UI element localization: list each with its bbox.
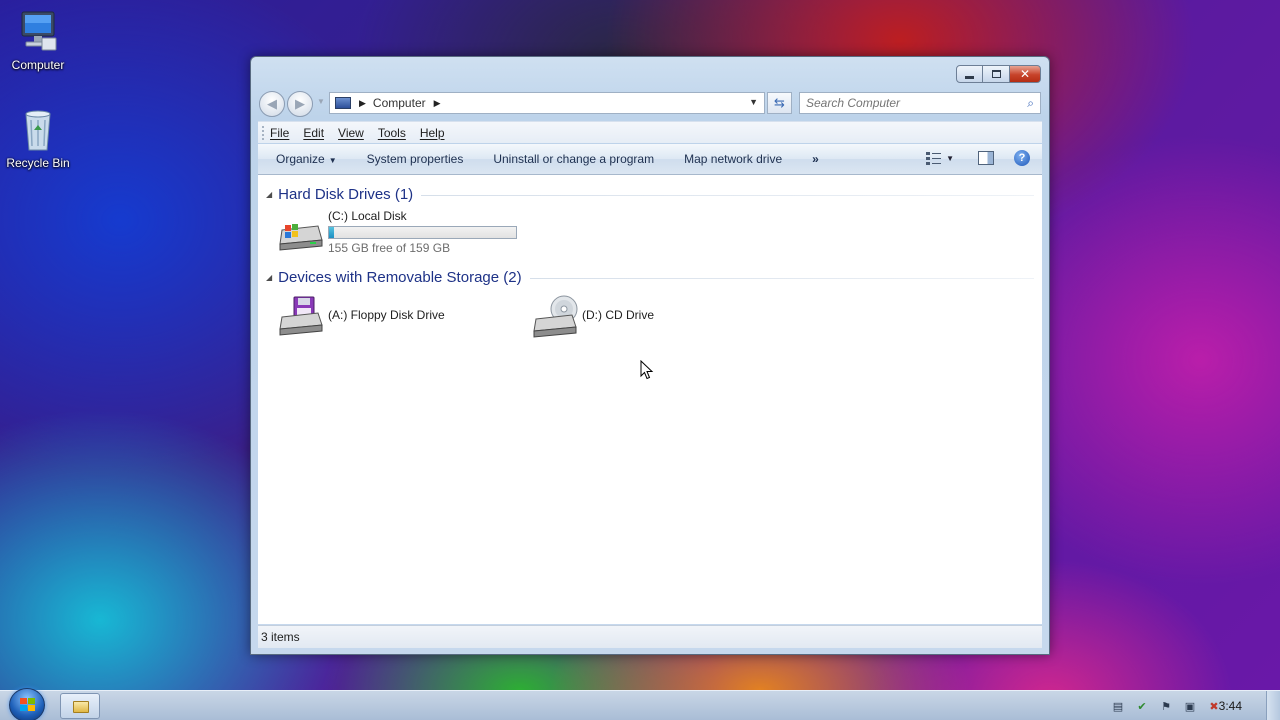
search-input[interactable]: [806, 96, 1016, 110]
maximize-button[interactable]: [983, 65, 1010, 83]
command-bar: Organize ▼ System properties Uninstall or…: [258, 144, 1042, 175]
taskbar-clock[interactable]: 3:44: [1219, 699, 1242, 713]
collapse-triangle-icon[interactable]: ◢: [266, 273, 272, 282]
menu-help[interactable]: Help: [420, 126, 445, 140]
status-bar: 3 items: [258, 625, 1042, 648]
views-icon[interactable]: [926, 151, 942, 165]
refresh-icon: ⇆: [774, 95, 785, 110]
desktop-icon-label: Computer: [11, 58, 65, 72]
status-item-count: 3 items: [261, 630, 300, 644]
system-properties-button[interactable]: System properties: [367, 152, 464, 166]
refresh-button[interactable]: ⇆: [767, 92, 792, 114]
security-icon[interactable]: ✔: [1134, 698, 1150, 714]
address-bar[interactable]: ▶ Computer ▶ ▼: [329, 92, 765, 114]
organize-button[interactable]: Organize ▼: [276, 152, 337, 166]
disk-usage-bar: [328, 226, 517, 239]
help-icon[interactable]: ?: [1014, 150, 1030, 166]
preview-pane-icon[interactable]: [978, 151, 994, 165]
back-button[interactable]: ◀: [259, 91, 285, 117]
computer-icon: [335, 97, 351, 109]
start-button[interactable]: [9, 688, 45, 720]
search-box[interactable]: ⌕: [799, 92, 1041, 114]
close-icon: ✕: [1019, 67, 1031, 81]
disk-usage-fill: [329, 227, 334, 238]
drive-item-d[interactable]: (D:) CD Drive: [530, 295, 654, 338]
caption-buttons: ✕: [956, 65, 1041, 83]
file-list: ◢ Hard Disk Drives (1) (C:) Local Disk 1…: [258, 175, 1042, 624]
menu-tools[interactable]: Tools: [378, 126, 406, 140]
minimize-button[interactable]: [956, 65, 983, 83]
recent-pages-dropdown[interactable]: ▼: [317, 97, 325, 106]
windows-logo-icon: [20, 698, 36, 712]
drive-item-a[interactable]: (A:) Floppy Disk Drive: [276, 295, 445, 336]
group-divider: [529, 277, 1034, 279]
network-icon[interactable]: ▣: [1182, 698, 1198, 714]
drive-name: (C:) Local Disk: [328, 209, 407, 223]
menu-edit[interactable]: Edit: [303, 126, 324, 140]
menu-bar: File Edit View Tools Help: [258, 121, 1042, 143]
more-commands-button[interactable]: »: [812, 152, 819, 166]
views-dropdown-icon[interactable]: ▼: [946, 154, 954, 163]
maximize-icon: [991, 70, 1001, 78]
group-header-removable-storage[interactable]: ◢ Devices with Removable Storage (2): [258, 267, 1034, 287]
menu-file[interactable]: File: [270, 126, 289, 140]
address-bar-row: ◀ ▶ ▼ ▶ Computer ▶ ▼ ⇆ ⌕: [259, 91, 1041, 117]
floppy-drive-icon: [276, 295, 324, 336]
group-header-hard-disk-drives[interactable]: ◢ Hard Disk Drives (1): [258, 184, 1034, 204]
breadcrumb-chevron-icon[interactable]: ▶: [359, 98, 366, 109]
back-arrow-icon: ◀: [267, 96, 277, 111]
group-title: Devices with Removable Storage (2): [278, 268, 522, 286]
drive-name: (A:) Floppy Disk Drive: [328, 308, 445, 322]
hard-disk-icon: [276, 212, 324, 252]
flag-icon[interactable]: ⚑: [1158, 698, 1174, 714]
forward-arrow-icon: ▶: [295, 96, 305, 111]
group-divider: [421, 194, 1034, 196]
address-dropdown-icon[interactable]: ▼: [749, 97, 758, 107]
menu-view[interactable]: View: [338, 126, 364, 140]
organize-label: Organize: [276, 152, 325, 166]
cd-drive-icon: [530, 295, 578, 338]
drive-name: (D:) CD Drive: [582, 308, 654, 322]
drive-item-c[interactable]: (C:) Local Disk 155 GB free of 159 GB: [276, 209, 517, 255]
system-tray: ▤ ✔ ⚑ ▣ ✖: [1102, 698, 1222, 714]
chevron-down-icon: ▼: [328, 156, 337, 165]
desktop-icon-recycle-bin[interactable]: Recycle Bin: [0, 106, 76, 170]
folder-icon: [73, 701, 89, 713]
forward-button[interactable]: ▶: [287, 91, 313, 117]
map-network-drive-button[interactable]: Map network drive: [684, 152, 782, 166]
taskbar: ▤ ✔ ⚑ ▣ ✖ 3:44: [0, 688, 1280, 720]
drive-info: (C:) Local Disk 155 GB free of 159 GB: [328, 209, 517, 255]
taskbar-explorer-button[interactable]: [60, 693, 100, 719]
show-desktop-button[interactable]: [1266, 691, 1280, 720]
explorer-window: ✕ ◀ ▶ ▼ ▶ Computer ▶ ▼ ⇆ ⌕ File Edit Vie…: [250, 56, 1050, 655]
minimize-icon: [965, 75, 974, 79]
collapse-triangle-icon[interactable]: ◢: [266, 190, 272, 199]
close-button[interactable]: ✕: [1010, 65, 1041, 83]
search-icon[interactable]: ⌕: [1027, 96, 1034, 111]
command-bar-right: ▼ ?: [926, 150, 1030, 166]
breadcrumb-chevron-icon[interactable]: ▶: [434, 98, 441, 109]
drive-free-space: 155 GB free of 159 GB: [328, 241, 451, 255]
desktop-icon-label: Recycle Bin: [6, 156, 70, 170]
menu-grip: [262, 126, 264, 140]
group-title: Hard Disk Drives (1): [278, 185, 414, 203]
recycle-bin-icon: [14, 106, 62, 154]
action-center-icon[interactable]: ▤: [1110, 698, 1126, 714]
computer-icon: [14, 8, 62, 56]
desktop-icon-computer[interactable]: Computer: [0, 8, 76, 72]
breadcrumb-computer[interactable]: Computer: [373, 96, 426, 110]
uninstall-program-button[interactable]: Uninstall or change a program: [493, 152, 654, 166]
